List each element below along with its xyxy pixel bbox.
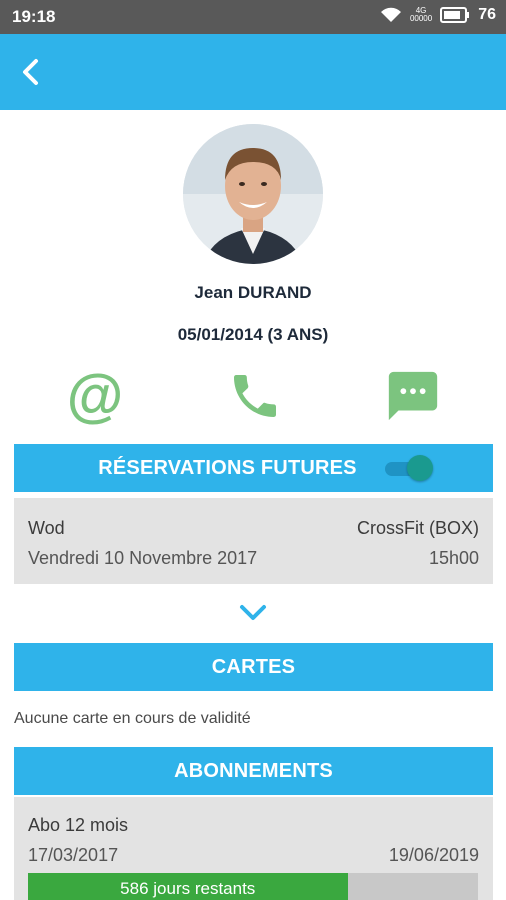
avatar xyxy=(183,124,323,264)
abonnements-title: ABONNEMENTS xyxy=(174,759,333,782)
reservations-header: RÉSERVATIONS FUTURES xyxy=(14,444,493,492)
subscription-dates: 17/03/2017 19/06/2019 xyxy=(28,845,479,866)
subscription-name: Abo 12 mois xyxy=(28,815,129,835)
reservation-row-top: Wod CrossFit (BOX) xyxy=(28,518,479,539)
battery-level: 76 xyxy=(478,6,496,23)
cartes-title: CARTES xyxy=(211,655,296,678)
avatar-photo xyxy=(183,124,323,264)
abonnements-header: ABONNEMENTS xyxy=(14,747,493,795)
status-time: 19:18 xyxy=(12,7,56,26)
email-button[interactable]: @ xyxy=(62,366,128,426)
subscription-item[interactable]: Abo 12 mois 17/03/2017 19/06/2019 586 jo… xyxy=(14,797,493,900)
wifi-icon xyxy=(380,7,401,22)
reservations-toggle[interactable] xyxy=(371,455,437,481)
cartes-empty-text: Aucune carte en cours de validité xyxy=(14,710,251,727)
back-button[interactable] xyxy=(14,54,50,90)
app-bar xyxy=(0,34,506,110)
network-indicator: 4G 00000 xyxy=(410,7,432,23)
reservation-date: Vendredi 10 Novembre 2017 xyxy=(28,548,258,568)
back-arrow-icon xyxy=(23,59,38,85)
subscription-progress: 586 jours restants xyxy=(28,873,478,900)
cartes-header: CARTES xyxy=(14,643,493,691)
status-icons: 4G 00000 76 xyxy=(380,6,496,24)
subscription-start: 17/03/2017 xyxy=(28,845,119,865)
profile-birthdate: 05/01/2014 (3 ANS) xyxy=(177,325,329,344)
expand-reservations-button[interactable] xyxy=(237,601,269,625)
message-icon xyxy=(388,371,438,421)
reservations-title: RÉSERVATIONS FUTURES xyxy=(98,456,357,479)
subscription-end: 19/06/2019 xyxy=(388,845,479,865)
message-button[interactable] xyxy=(380,366,446,426)
call-button[interactable] xyxy=(222,366,288,426)
reservation-row-bottom: Vendredi 10 Novembre 2017 15h00 xyxy=(28,548,479,569)
network-signal: 00000 xyxy=(409,14,433,23)
phone-icon xyxy=(234,375,276,417)
profile-name: Jean DURAND xyxy=(194,283,312,302)
reservation-location: CrossFit (BOX) xyxy=(356,518,479,538)
email-icon: @ xyxy=(66,363,124,428)
reservation-item[interactable]: Wod CrossFit (BOX) Vendredi 10 Novembre … xyxy=(14,498,493,584)
reservation-time: 15h00 xyxy=(428,548,479,568)
battery-icon xyxy=(440,7,470,23)
reservation-activity: Wod xyxy=(28,518,65,538)
chevron-down-icon xyxy=(240,605,266,620)
toggle-thumb xyxy=(407,455,433,481)
subscription-remaining: 586 jours restants xyxy=(120,879,256,898)
status-bar: 19:18 4G 00000 76 xyxy=(0,0,506,34)
